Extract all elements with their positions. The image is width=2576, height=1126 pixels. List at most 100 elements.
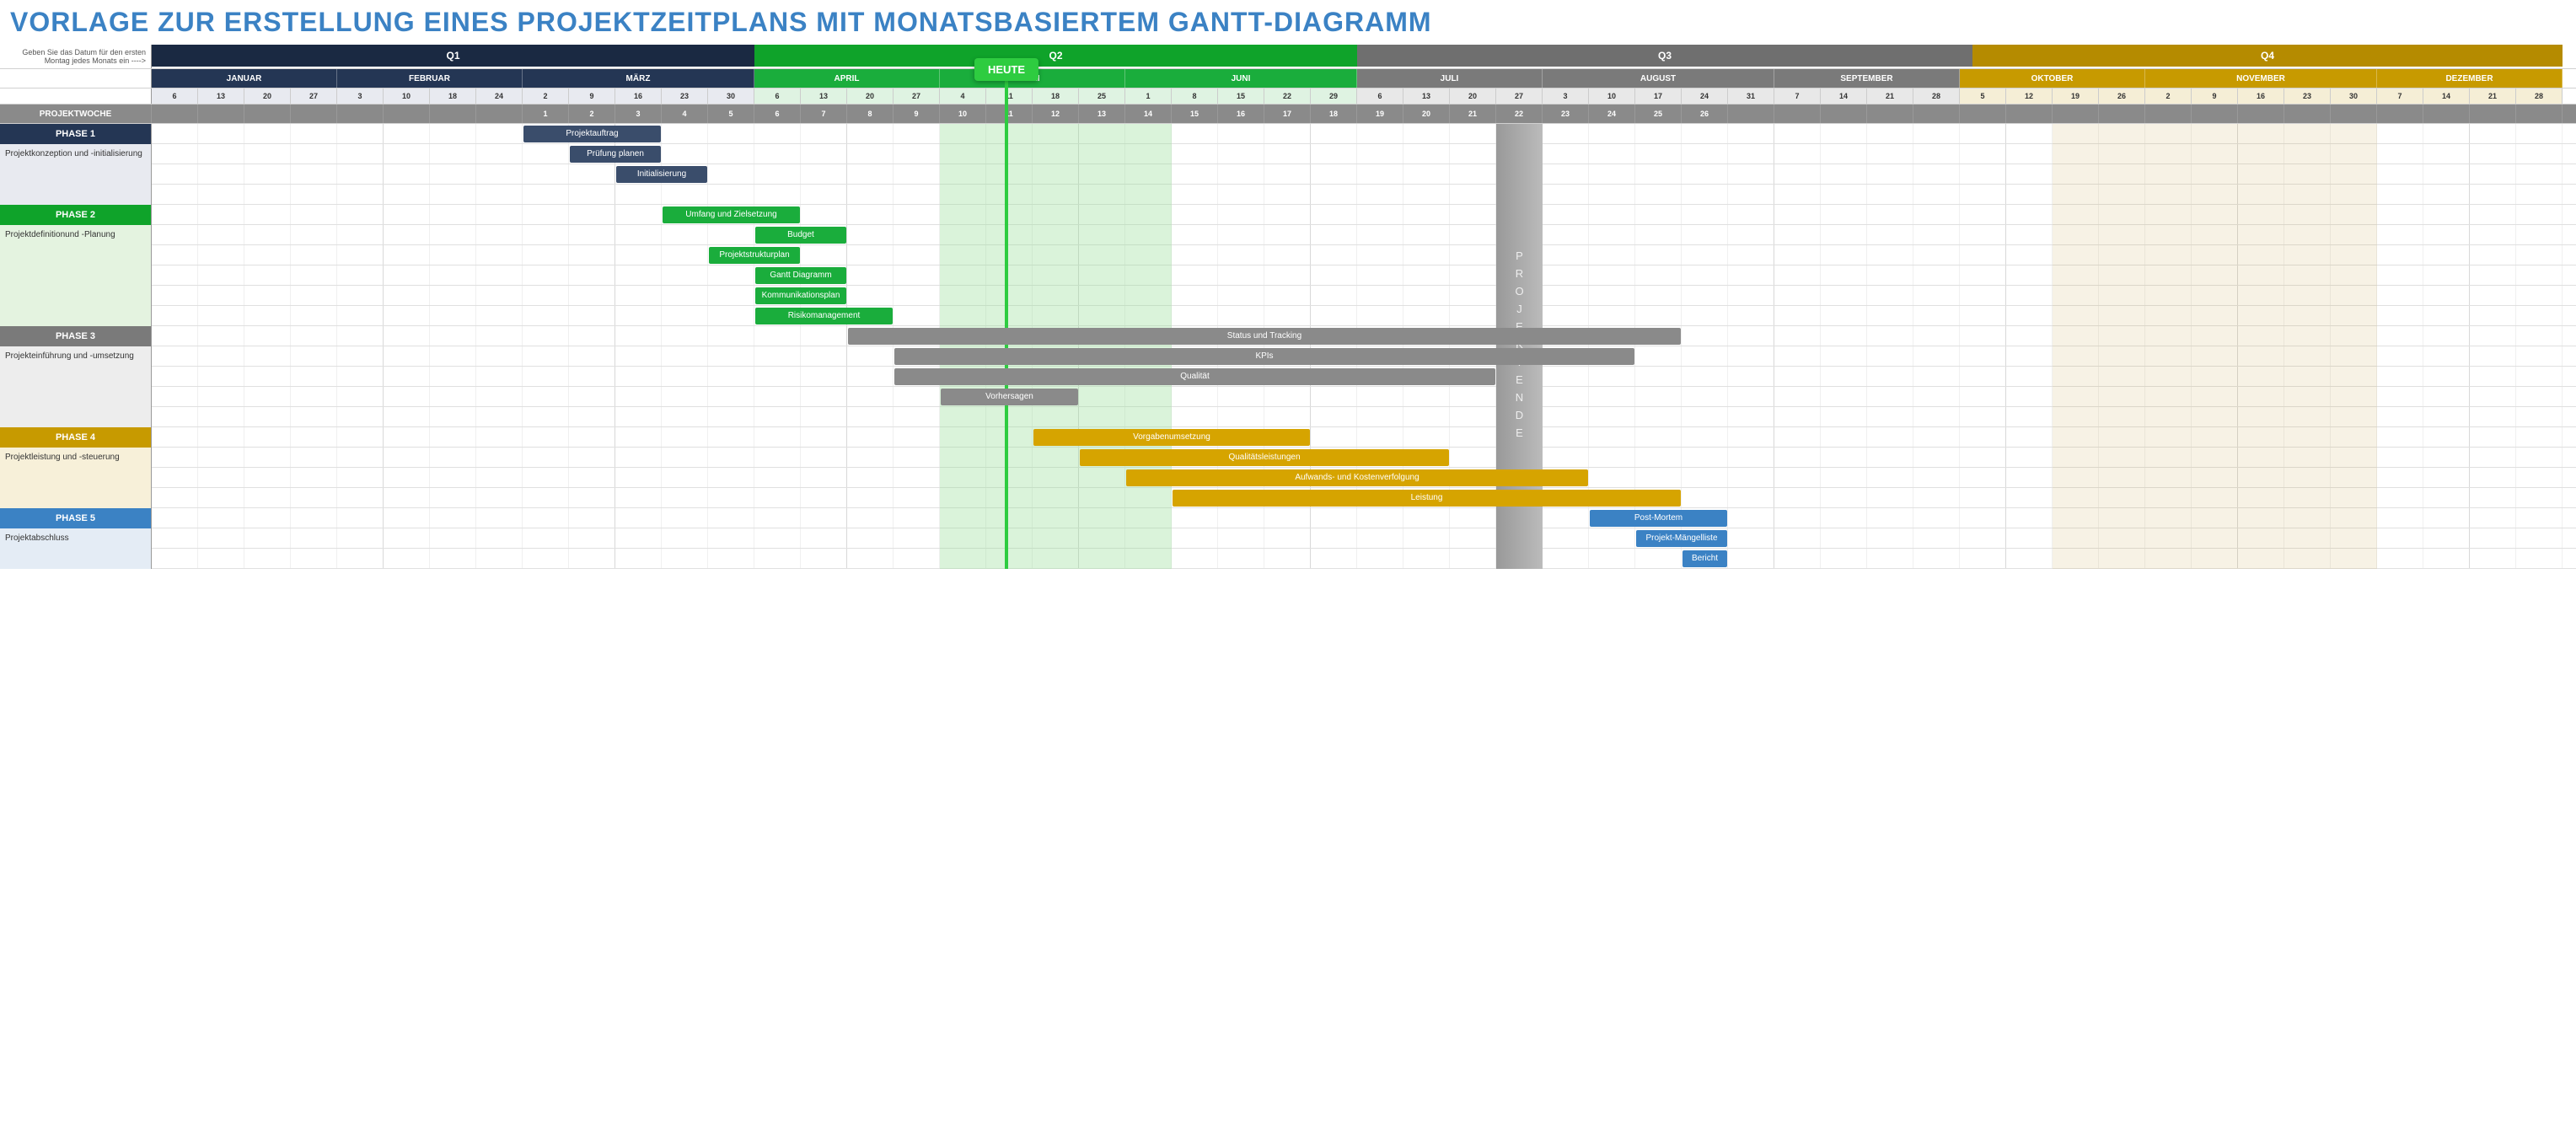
day-cell: 10 [1589,88,1635,104]
gantt-bar[interactable]: Projektstrukturplan [709,247,800,264]
project-week-cell [384,105,430,123]
day-cell: 27 [894,88,940,104]
gantt-bar[interactable]: Qualität [894,368,1495,385]
day-cell: 29 [1311,88,1357,104]
phase-cell [0,468,152,487]
day-cell: 3 [1543,88,1589,104]
gantt-bar[interactable]: Bericht [1682,550,1727,567]
day-cell: 16 [615,88,662,104]
month-april: APRIL [754,69,940,88]
project-week-cell: 7 [801,105,847,123]
project-week-cell [2145,105,2192,123]
phase-header: PHASE 2 [0,205,152,225]
project-week-cell [244,105,291,123]
day-cell: 13 [198,88,244,104]
gantt-bar[interactable]: Initialisierung [616,166,707,183]
project-week-cell [2470,105,2516,123]
day-cell: 3 [337,88,384,104]
gantt-bar[interactable]: KPIs [894,348,1634,365]
gantt-bar[interactable]: Prüfung planen [570,146,661,163]
day-header-spacer [0,88,152,104]
project-week-cell: 9 [894,105,940,123]
project-week-cell: 18 [1311,105,1357,123]
day-cell: 24 [1682,88,1728,104]
gantt-bar[interactable]: Vorhersagen [941,389,1078,405]
project-week-cell: 11 [986,105,1033,123]
phase-cell [0,306,152,325]
gantt-bar[interactable]: Qualitätsleistungen [1080,449,1449,466]
day-cell: 30 [708,88,754,104]
month-märz: MÄRZ [523,69,754,88]
project-week-cell [476,105,523,123]
gantt-bar[interactable]: Leistung [1173,490,1681,507]
day-cell: 9 [2192,88,2238,104]
gantt-bar[interactable]: Gantt Diagramm [755,267,846,284]
project-week-cell: 10 [940,105,986,123]
day-cell: 28 [2516,88,2563,104]
phase-header: PHASE 1 [0,124,152,144]
project-week-cell: 19 [1357,105,1403,123]
day-cell: 10 [384,88,430,104]
project-week-cell: 23 [1543,105,1589,123]
gantt-bar[interactable]: Budget [755,227,846,244]
day-cell: 5 [1960,88,2006,104]
day-cell: 6 [152,88,198,104]
project-week-cell [430,105,476,123]
day-cell: 30 [2331,88,2377,104]
month-september: SEPTEMBER [1774,69,1960,88]
project-week-cell [152,105,198,123]
project-week-cell [2192,105,2238,123]
gantt-bar[interactable]: Status und Tracking [848,328,1681,345]
project-week-cell [337,105,384,123]
day-cell: 16 [2238,88,2284,104]
project-week-cell: 1 [523,105,569,123]
month-november: NOVEMBER [2145,69,2377,88]
project-week-cell [2377,105,2423,123]
gantt-bar[interactable]: Risikomanagement [755,308,893,324]
day-cell: 28 [1913,88,1960,104]
quarter-q3: Q3 [1357,45,1972,67]
day-cell: 19 [2053,88,2099,104]
gantt-bar[interactable]: Post-Mortem [1590,510,1727,527]
project-week-cell: 6 [754,105,801,123]
project-week-row: PROJEKTWOCHE 123456789101112131415161718… [0,105,2576,124]
quarter-q1: Q1 [152,45,754,67]
project-week-cell [2053,105,2099,123]
month-dezember: DEZEMBER [2377,69,2563,88]
project-week-cell [2331,105,2377,123]
project-week-cell [2516,105,2563,123]
gantt-bar[interactable]: Umfang und Zielsetzung [663,206,800,223]
day-cell: 20 [847,88,894,104]
project-week-cell: 13 [1079,105,1125,123]
project-week-cell: 5 [708,105,754,123]
month-oktober: OKTOBER [1960,69,2145,88]
project-week-cell [1728,105,1774,123]
gantt-bar[interactable]: Projekt-Mängelliste [1636,530,1727,547]
project-week-cell [1913,105,1960,123]
project-week-cell [1867,105,1913,123]
gantt-bar[interactable]: Vorgabenumsetzung [1033,429,1310,446]
day-cell: 14 [2423,88,2470,104]
gantt-bar[interactable]: Aufwands- und Kostenverfolgung [1126,469,1588,486]
project-week-cell: 17 [1264,105,1311,123]
quarter-header-row: Geben Sie das Datum für den ersten Monta… [0,45,2576,69]
phase-cell [0,164,152,184]
day-cell: 21 [1867,88,1913,104]
phase-header: PHASE 3 [0,326,152,346]
project-week-cell [1774,105,1821,123]
phase-cell [0,185,152,204]
quarter-q2: Q2 [754,45,1357,67]
phase-cell [0,407,152,426]
day-cell: 8 [1172,88,1218,104]
day-cell: 1 [1125,88,1172,104]
day-cell: 20 [1450,88,1496,104]
phase-cell [0,245,152,265]
gantt-bar[interactable]: Kommunikationsplan [755,287,846,304]
day-cell: 23 [2284,88,2331,104]
day-cell: 15 [1218,88,1264,104]
project-week-cell: 25 [1635,105,1682,123]
project-week-cell: 24 [1589,105,1635,123]
gantt-bar[interactable]: Projektauftrag [523,126,661,142]
project-week-cell: 16 [1218,105,1264,123]
month-januar: JANUAR [152,69,337,88]
